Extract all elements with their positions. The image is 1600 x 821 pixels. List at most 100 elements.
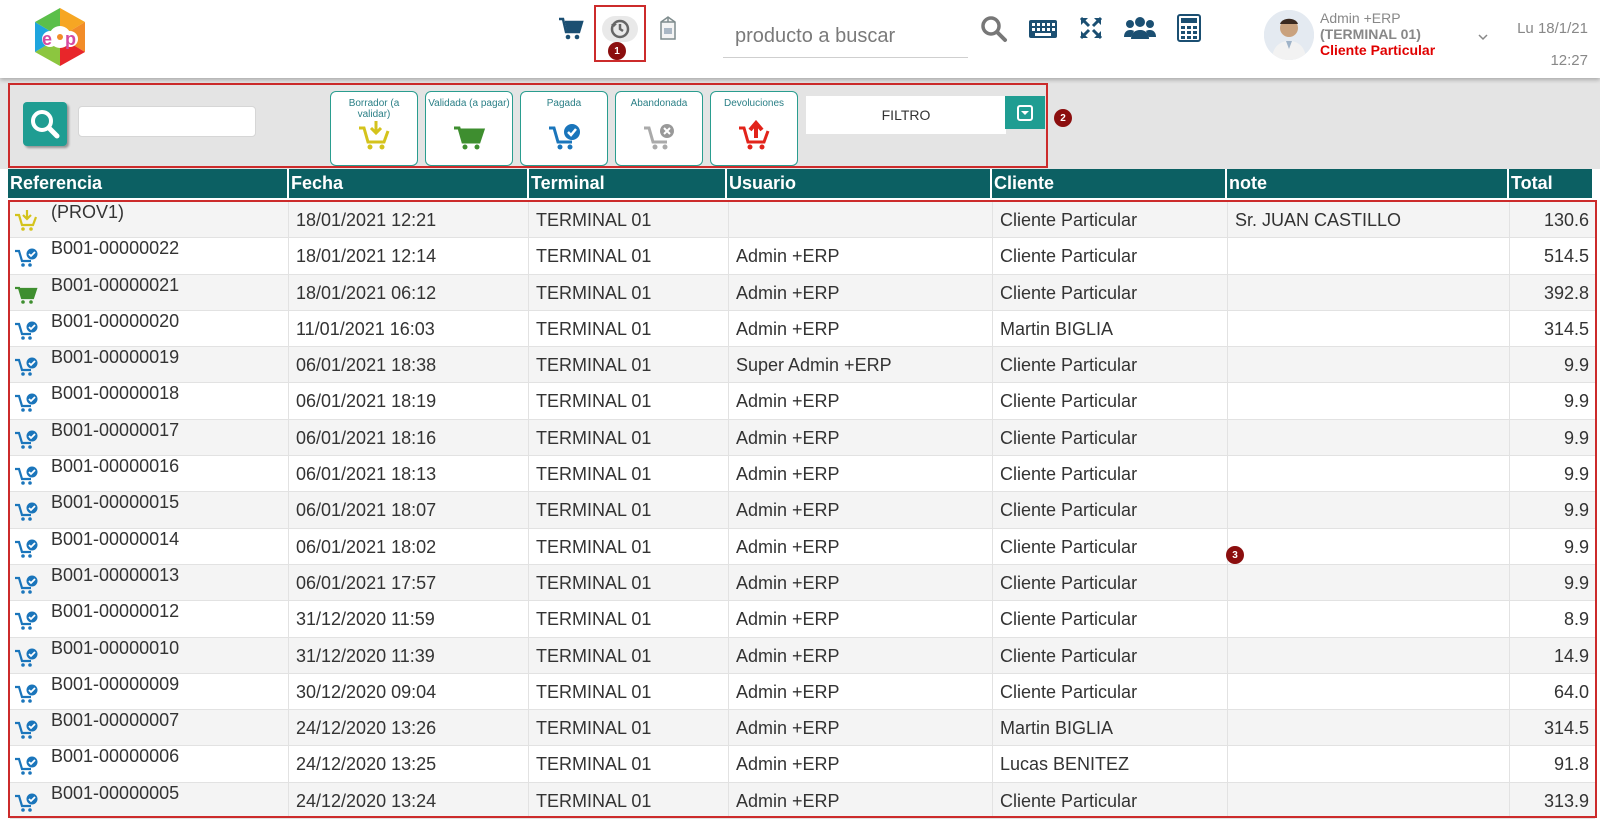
cell-total: 9.9 [1563, 500, 1589, 521]
state-validated-button[interactable]: Validada (a pagar) [425, 91, 513, 166]
state-label: Borrador (a validar) [348, 98, 400, 120]
cell-referencia[interactable]: B001-00000007 [10, 710, 289, 746]
annotation-badge-2: 2 [1054, 109, 1072, 127]
erp-logo[interactable]: e p [31, 7, 89, 67]
table-row[interactable]: B001-00000021 18/01/2021 06:12 TERMINAL 01… [10, 274, 1595, 311]
search-orders-button[interactable] [23, 102, 67, 146]
table-row[interactable]: B001-00000013 06/01/2021 17:57 TERMINAL 01… [10, 564, 1595, 602]
cart-paid-icon [15, 720, 38, 739]
table-row[interactable]: B001-00000015 06/01/2021 18:07 TERMINAL 01… [10, 492, 1595, 529]
user-info[interactable]: Admin +ERP (TERMINAL 01) Cliente Particu… [1320, 10, 1480, 58]
cell-referencia[interactable]: B001-00000019 [10, 347, 289, 383]
column-header-usuario[interactable]: Usuario [727, 169, 992, 198]
reference-text: B001-00000021 [51, 274, 180, 295]
table-row[interactable]: B001-00000016 06/01/2021 18:13 TERMINAL 01… [10, 456, 1595, 493]
expand-icon[interactable] [1076, 13, 1106, 43]
state-abandoned-button[interactable]: Abandonada [615, 91, 703, 166]
cart-icon[interactable] [556, 14, 586, 44]
column-header-referencia[interactable]: Referencia [8, 169, 289, 198]
table-row[interactable]: B001-00000005 24/12/2020 13:24 TERMINAL 01… [10, 782, 1595, 820]
cell-terminal: TERMINAL 01 [529, 492, 729, 528]
cell-total: 514.5 [1543, 246, 1589, 267]
chevron-down-icon[interactable] [1476, 30, 1490, 44]
column-header-note[interactable]: note [1227, 169, 1509, 198]
calculator-icon[interactable] [1175, 12, 1203, 44]
table-row[interactable]: B001-00000006 24/12/2020 13:25 TERMINAL 01… [10, 746, 1595, 783]
cart-validated-icon [15, 286, 38, 304]
state-returns-button[interactable]: Devoluciones [710, 91, 798, 166]
cell-referencia[interactable]: B001-00000021 [10, 274, 289, 310]
cell-fecha: 24/12/2020 13:26 [289, 710, 529, 746]
column-header-cliente[interactable]: Cliente [992, 169, 1227, 198]
cell-referencia[interactable]: B001-00000010 [10, 637, 289, 673]
cell-total: 14.9 [1553, 645, 1589, 666]
cart-paid-icon [15, 502, 38, 522]
cell-usuario: Admin +ERP [729, 456, 993, 492]
filtro-dropdown-button[interactable] [1005, 96, 1045, 129]
order-search-input[interactable] [78, 106, 256, 137]
table-row[interactable]: B001-00000007 24/12/2020 13:26 TERMINAL 01… [10, 710, 1595, 747]
cell-terminal: TERMINAL 01 [529, 564, 729, 601]
keyboard-icon[interactable] [1027, 14, 1059, 44]
box-icon[interactable] [656, 12, 680, 44]
cell-referencia[interactable]: B001-00000012 [10, 601, 289, 637]
cell-referencia[interactable]: B001-00000018 [10, 383, 289, 419]
top-bar: e p 1 Admin +ERP (TERMINAL 01) Cliente P… [0, 0, 1600, 78]
cell-note [1228, 456, 1510, 492]
reference-text: B001-00000017 [51, 419, 180, 440]
cart-paid-icon [15, 539, 38, 558]
reference-text: B001-00000022 [51, 238, 180, 259]
cell-referencia[interactable]: B001-00000017 [10, 419, 289, 456]
filtro-select[interactable]: FILTRO [806, 96, 1006, 134]
cell-referencia[interactable]: B001-00000009 [10, 673, 289, 710]
column-header-total[interactable]: Total [1509, 169, 1592, 198]
cell-terminal: TERMINAL 01 [529, 528, 729, 564]
cell-referencia[interactable]: (PROV1) [10, 202, 289, 238]
cart-paid-icon [15, 648, 38, 667]
column-header-fecha[interactable]: Fecha [289, 169, 529, 198]
cart-draft-icon [359, 121, 390, 150]
table-row[interactable]: B001-00000017 06/01/2021 18:16 TERMINAL 01… [10, 419, 1595, 457]
table-row[interactable]: B001-00000012 31/12/2020 11:59 TERMINAL 01… [10, 601, 1595, 638]
cell-fecha: 18/01/2021 06:12 [289, 274, 529, 310]
table-row[interactable]: B001-00000022 18/01/2021 12:14 TERMINAL 01… [10, 238, 1595, 275]
reference-text: B001-00000012 [51, 601, 180, 622]
history-icon[interactable] [602, 16, 638, 42]
table-row[interactable]: B001-00000014 06/01/2021 18:02 TERMINAL 01… [10, 528, 1595, 565]
search-icon[interactable] [977, 12, 1011, 46]
orders-table-body: (PROV1) 18/01/2021 12:21 TERMINAL 01 Client… [10, 202, 1595, 820]
cell-note [1228, 782, 1510, 819]
state-draft-button[interactable]: Borrador (a validar) [330, 91, 418, 166]
cart-paid-icon [15, 684, 38, 703]
cell-total: 392.8 [1543, 282, 1589, 303]
product-search-input[interactable] [723, 16, 968, 58]
avatar[interactable] [1264, 10, 1314, 60]
cell-total: 314.5 [1543, 318, 1589, 339]
cell-referencia[interactable]: B001-00000005 [10, 782, 289, 819]
reference-text: B001-00000010 [51, 637, 180, 658]
cell-referencia[interactable]: B001-00000016 [10, 456, 289, 492]
cell-referencia[interactable]: B001-00000015 [10, 492, 289, 528]
cell-referencia[interactable]: B001-00000022 [10, 238, 289, 274]
column-header-terminal[interactable]: Terminal [529, 169, 727, 198]
cell-note [1228, 673, 1510, 710]
table-row[interactable]: B001-00000009 30/12/2020 09:04 TERMINAL 01… [10, 673, 1595, 711]
cell-note [1228, 528, 1510, 564]
cell-referencia[interactable]: B001-00000006 [10, 746, 289, 782]
cell-terminal: TERMINAL 01 [529, 274, 729, 310]
cell-total: 313.9 [1543, 790, 1589, 811]
cell-fecha: 30/12/2020 09:04 [289, 673, 529, 710]
table-row[interactable]: B001-00000010 31/12/2020 11:39 TERMINAL 01… [10, 637, 1595, 674]
cell-note [1228, 419, 1510, 456]
users-icon[interactable] [1122, 12, 1158, 44]
cell-fecha: 24/12/2020 13:24 [289, 782, 529, 819]
table-row[interactable]: B001-00000019 06/01/2021 18:38 TERMINAL 01… [10, 347, 1595, 384]
cell-referencia[interactable]: B001-00000020 [10, 310, 289, 347]
table-row[interactable]: (PROV1) 18/01/2021 12:21 TERMINAL 01 Client… [10, 202, 1595, 239]
cell-terminal: TERMINAL 01 [529, 419, 729, 456]
cell-referencia[interactable]: B001-00000014 [10, 528, 289, 564]
cell-referencia[interactable]: B001-00000013 [10, 564, 289, 601]
state-paid-button[interactable]: Pagada [520, 91, 608, 166]
table-row[interactable]: B001-00000018 06/01/2021 18:19 TERMINAL 01… [10, 383, 1595, 420]
table-row[interactable]: B001-00000020 11/01/2021 16:03 TERMINAL 01… [10, 310, 1595, 348]
